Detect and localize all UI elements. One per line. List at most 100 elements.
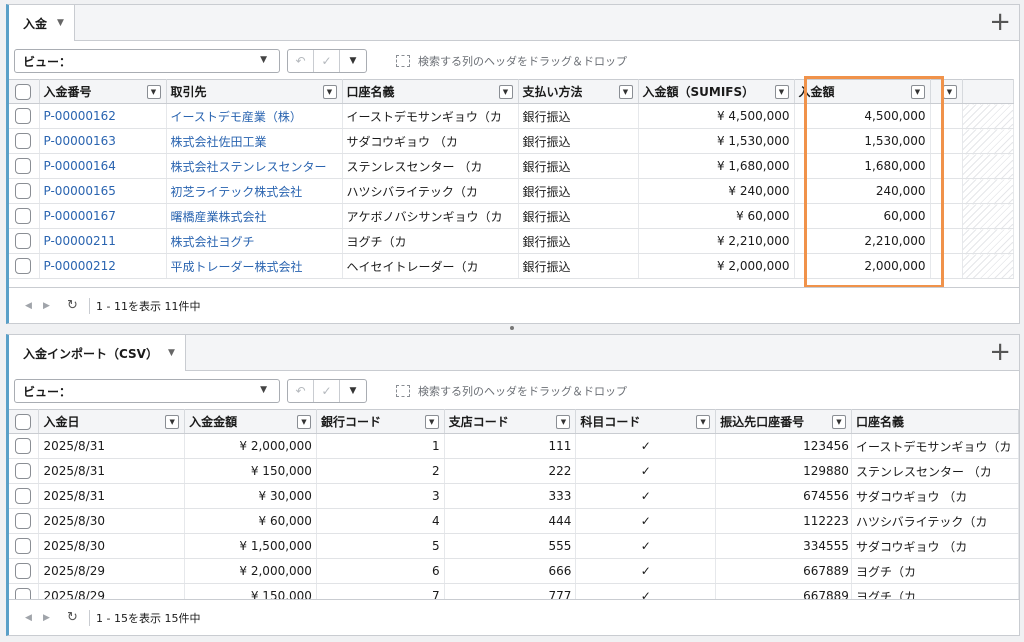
view-select[interactable]: ビュー： ▼ xyxy=(14,379,280,403)
row-select[interactable] xyxy=(9,103,40,129)
checkbox[interactable] xyxy=(15,133,31,149)
filter-icon[interactable]: ▼ xyxy=(831,415,846,429)
table-row[interactable]: P-00000164 株式会社ステンレスセンター ステンレスセンター （カ 銀行振込 ¥… xyxy=(9,153,1014,179)
checkbox[interactable] xyxy=(15,183,31,199)
checkbox[interactable] xyxy=(15,563,31,579)
row-select[interactable] xyxy=(9,458,40,484)
table-row[interactable]: P-00000162 イーストデモ産業（株） イーストデモサンギョウ（カ 銀行振込 ¥ … xyxy=(9,103,1014,129)
row-select[interactable] xyxy=(9,533,40,559)
row-select[interactable] xyxy=(9,433,40,459)
filter-icon[interactable]: ▼ xyxy=(165,415,180,429)
col-header[interactable]: 入金額 ▼ xyxy=(794,79,931,104)
checkbox[interactable] xyxy=(15,208,31,224)
checkbox[interactable] xyxy=(15,108,31,124)
group-drop-hint[interactable]: 検索する列のヘッダをドラッグ＆ドロップ xyxy=(396,53,627,69)
group-drop-hint[interactable]: 検索する列のヘッダをドラッグ＆ドロップ xyxy=(396,383,627,399)
filter-icon[interactable]: ▼ xyxy=(942,85,957,99)
row-select[interactable] xyxy=(9,153,40,179)
filter-icon[interactable]: ▼ xyxy=(322,85,337,99)
deposit-number-cell[interactable]: P-00000167 xyxy=(39,203,167,229)
prev-page-icon[interactable]: ◀ xyxy=(25,613,43,623)
next-page-icon[interactable]: ▶ xyxy=(43,301,61,311)
row-select[interactable] xyxy=(9,203,40,229)
col-header[interactable]: 科目コード ▼ xyxy=(575,409,717,434)
table-row[interactable]: 2025/8/31 ¥ 150,000 2 222 ✓ 129880 ステンレスセンター （… xyxy=(9,458,1019,484)
row-select[interactable] xyxy=(9,583,40,600)
row-select[interactable] xyxy=(9,178,40,204)
col-header[interactable]: 支払い方法 ▼ xyxy=(518,79,639,104)
row-select[interactable] xyxy=(9,228,40,254)
select-all[interactable] xyxy=(9,79,40,104)
undo-icon[interactable]: ↶ xyxy=(288,380,314,402)
checkbox[interactable] xyxy=(15,513,31,529)
row-select[interactable] xyxy=(9,508,40,534)
customer-cell[interactable]: 株式会社佐田工業 xyxy=(166,128,343,154)
col-header[interactable]: 口座名義 xyxy=(851,409,1019,434)
view-select[interactable]: ビュー： ▼ xyxy=(14,49,280,73)
checkbox[interactable] xyxy=(15,83,31,100)
customer-cell[interactable]: 平成トレーダー株式会社 xyxy=(166,253,343,279)
row-select[interactable] xyxy=(9,128,40,154)
table-row[interactable]: P-00000167 曙橋産業株式会社 アケボノバシサンギョウ（カ 銀行振込 ¥ 60,… xyxy=(9,203,1014,229)
table-row[interactable]: P-00000211 株式会社ヨグチ ヨグチ（カ 銀行振込 ¥ 2,210,000 2,2… xyxy=(9,228,1014,254)
deposit-number-cell[interactable]: P-00000165 xyxy=(39,178,167,204)
caret-down-icon[interactable]: ▼ xyxy=(168,348,175,358)
deposit-number-cell[interactable]: P-00000162 xyxy=(39,103,167,129)
deposit-number-cell[interactable]: P-00000163 xyxy=(39,128,167,154)
table-row[interactable]: 2025/8/30 ¥ 60,000 4 444 ✓ 112223 ハツシバライテック（カ xyxy=(9,508,1019,534)
splitter-handle[interactable] xyxy=(510,326,514,330)
filter-icon[interactable]: ▼ xyxy=(618,85,633,99)
checkbox[interactable] xyxy=(15,413,31,430)
table-row[interactable]: 2025/8/30 ¥ 1,500,000 5 555 ✓ 334555 サダコウギョウ （… xyxy=(9,533,1019,559)
dropdown-icon[interactable]: ▼ xyxy=(340,380,366,402)
tab-import-csv[interactable]: 入金インポート（CSV） ▼ xyxy=(9,335,186,371)
filter-icon[interactable]: ▼ xyxy=(696,415,711,429)
table-row[interactable]: P-00000163 株式会社佐田工業 サダコウギョウ （カ 銀行振込 ¥ 1,530,… xyxy=(9,128,1014,154)
col-header[interactable]: 支店コード ▼ xyxy=(444,409,577,434)
caret-down-icon[interactable]: ▼ xyxy=(57,18,64,28)
filter-icon[interactable]: ▼ xyxy=(774,85,789,99)
col-header[interactable]: 取引先 ▼ xyxy=(166,79,343,104)
filter-icon[interactable]: ▼ xyxy=(910,85,925,99)
check-icon[interactable]: ✓ xyxy=(314,380,340,402)
refresh-icon[interactable]: ↻ xyxy=(67,610,87,625)
row-select[interactable] xyxy=(9,253,40,279)
col-header[interactable]: 入金番号 ▼ xyxy=(39,79,167,104)
tab-deposit[interactable]: 入金 ▼ xyxy=(9,5,75,41)
deposit-number-cell[interactable]: P-00000164 xyxy=(39,153,167,179)
filter-icon[interactable]: ▼ xyxy=(146,85,161,99)
deposit-number-cell[interactable]: P-00000212 xyxy=(39,253,167,279)
column-chooser[interactable]: ▼ xyxy=(930,79,963,104)
table-row[interactable]: 2025/8/29 ¥ 2,000,000 6 666 ✓ 667889 ヨグチ（カ xyxy=(9,558,1019,584)
table-row[interactable]: 2025/8/29 ¥ 150,000 7 777 ✓ 667889 ヨグチ（カ xyxy=(9,583,1019,600)
table-row[interactable]: 2025/8/31 ¥ 30,000 3 333 ✓ 674556 サダコウギョウ （カ xyxy=(9,483,1019,509)
filter-icon[interactable]: ▼ xyxy=(498,85,513,99)
col-header[interactable]: 口座名義 ▼ xyxy=(342,79,519,104)
table-row[interactable]: P-00000165 初芝ライテック株式会社 ハツシバライテック（カ 銀行振込 ¥ 24… xyxy=(9,178,1014,204)
table-row[interactable]: 2025/8/31 ¥ 2,000,000 1 111 ✓ 123456 イーストデモサンギ… xyxy=(9,433,1019,459)
col-header[interactable]: 入金日 ▼ xyxy=(38,409,186,434)
row-select[interactable] xyxy=(9,558,40,584)
checkbox[interactable] xyxy=(15,233,31,249)
prev-page-icon[interactable]: ◀ xyxy=(25,301,43,311)
row-select[interactable] xyxy=(9,483,40,509)
checkbox[interactable] xyxy=(15,158,31,174)
filter-icon[interactable]: ▼ xyxy=(296,415,311,429)
add-tab-icon[interactable]: + xyxy=(989,339,1011,365)
checkbox[interactable] xyxy=(15,538,31,554)
customer-cell[interactable]: イーストデモ産業（株） xyxy=(166,103,343,129)
checkbox[interactable] xyxy=(15,258,31,274)
filter-icon[interactable]: ▼ xyxy=(556,415,571,429)
add-tab-icon[interactable]: + xyxy=(989,9,1011,35)
checkbox[interactable] xyxy=(15,463,31,479)
dropdown-icon[interactable]: ▼ xyxy=(340,50,366,72)
col-header[interactable]: 入金金額 ▼ xyxy=(184,409,317,434)
col-header[interactable]: 入金額（SUMIFS） ▼ xyxy=(638,79,795,104)
col-header[interactable]: 振込先口座番号 ▼ xyxy=(715,409,852,434)
undo-icon[interactable]: ↶ xyxy=(288,50,314,72)
table-row[interactable]: P-00000212 平成トレーダー株式会社 ヘイセイトレーダー（カ 銀行振込 ¥ 2,… xyxy=(9,253,1014,279)
customer-cell[interactable]: 曙橋産業株式会社 xyxy=(166,203,343,229)
checkbox[interactable] xyxy=(15,438,31,454)
customer-cell[interactable]: 株式会社ステンレスセンター xyxy=(166,153,343,179)
customer-cell[interactable]: 初芝ライテック株式会社 xyxy=(166,178,343,204)
